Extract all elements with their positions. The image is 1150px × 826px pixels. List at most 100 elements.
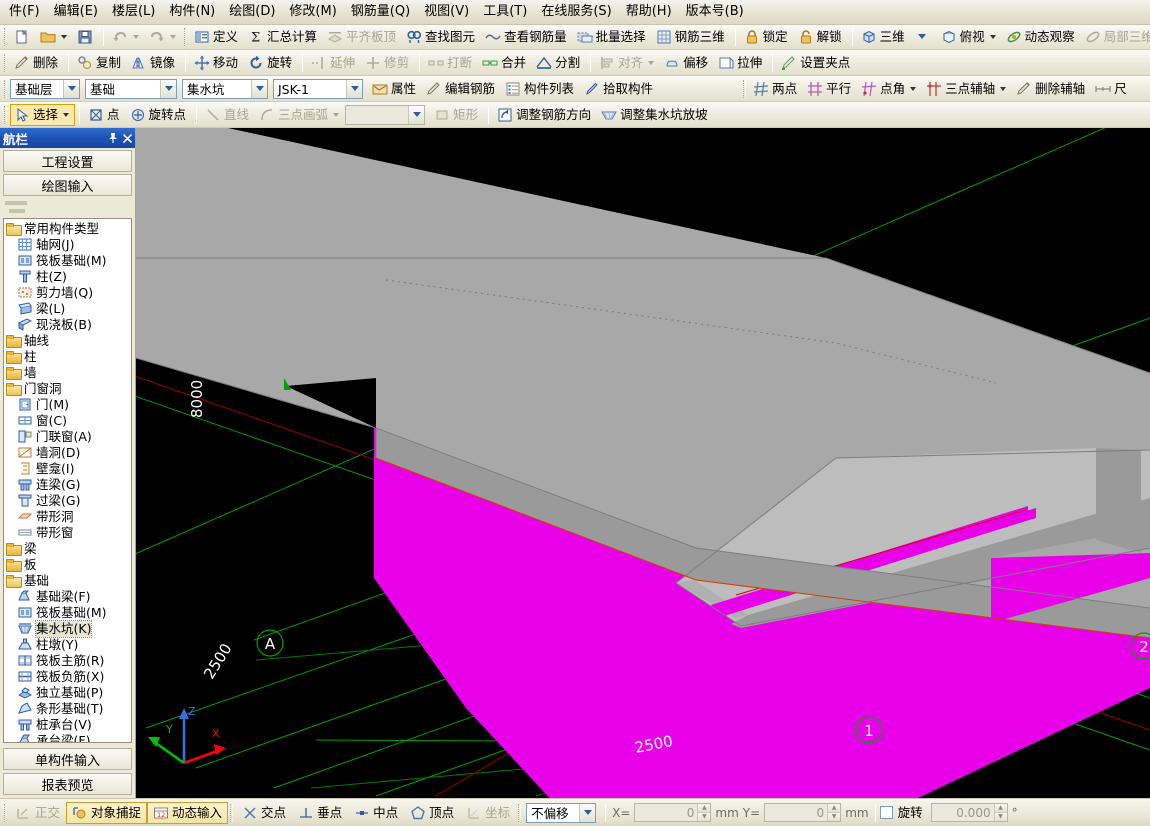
rotate-point-tool-button[interactable]: 旋转点 xyxy=(126,104,193,126)
tree-item-10[interactable]: 门窗洞 xyxy=(4,381,131,397)
statusbar-grip[interactable] xyxy=(230,803,234,822)
tree-item-1[interactable]: 轴网(J) xyxy=(4,237,131,253)
ruler-button[interactable]: 尺 xyxy=(1091,78,1133,100)
save-button[interactable] xyxy=(73,26,99,48)
tree-item-6[interactable]: 现浇板(B) xyxy=(4,317,131,333)
report-preview-button[interactable]: 报表预览 xyxy=(3,773,132,795)
trim-button[interactable]: 修剪 xyxy=(361,52,415,74)
delete-aux-axis-button[interactable]: 删除辅轴 xyxy=(1012,78,1091,100)
offset-select[interactable]: 不偏移 xyxy=(526,802,597,823)
rotate-angle-field[interactable]: 0.000 ▲ ▼ xyxy=(930,803,1008,822)
summary-calc-button[interactable]: Σ 汇总计算 xyxy=(244,26,323,48)
batch-select-button[interactable]: 批量选择 xyxy=(573,26,652,48)
ortho-toggle[interactable]: 正交 xyxy=(10,802,66,824)
rectangle-tool-button[interactable]: 矩形 xyxy=(430,104,484,126)
tree-item-32[interactable]: 承台梁(F) xyxy=(4,733,131,742)
x-offset-spinner[interactable]: ▲ ▼ xyxy=(697,804,711,821)
tree-item-30[interactable]: 条形基础(T) xyxy=(4,701,131,717)
view-rebar-qty-button[interactable]: 查看钢筋量 xyxy=(481,26,573,48)
tree-item-22[interactable]: 基础 xyxy=(4,573,131,589)
close-icon[interactable] xyxy=(120,131,135,146)
pick-component-button[interactable]: 拾取构件 xyxy=(580,78,659,100)
delete-button[interactable]: 删除 xyxy=(10,52,64,74)
arc-mode-select[interactable] xyxy=(345,104,426,125)
tree-item-29[interactable]: 独立基础(P) xyxy=(4,685,131,701)
edit-rebar-button[interactable]: 编辑钢筋 xyxy=(422,78,501,100)
x-offset-field[interactable]: 0 ▲ ▼ xyxy=(634,803,712,822)
tree-item-24[interactable]: 筏板基础(M) xyxy=(4,605,131,621)
tree-item-2[interactable]: 筏板基础(M) xyxy=(4,253,131,269)
menu-item-floor[interactable]: 楼层(L) xyxy=(105,1,162,23)
toolbar-grip[interactable] xyxy=(4,79,7,98)
adjust-sump-slope-button[interactable]: 调整集水坑放坡 xyxy=(597,104,714,126)
drawing-input-button[interactable]: 绘图输入 xyxy=(3,174,132,196)
menu-item-view[interactable]: 视图(V) xyxy=(417,1,476,23)
statusbar-grip[interactable] xyxy=(518,803,522,822)
perpendicular-snap-button[interactable]: 垂点 xyxy=(292,802,348,824)
menu-item-component[interactable]: 构件(N) xyxy=(162,1,222,23)
rotate-checkbox[interactable] xyxy=(879,806,893,819)
open-file-button[interactable] xyxy=(36,26,73,48)
tree-item-31[interactable]: 桩承台(V) xyxy=(4,717,131,733)
align-slab-top-button[interactable]: 平齐板顶 xyxy=(323,26,402,48)
tree-item-19[interactable]: 带形窗 xyxy=(4,525,131,541)
coordinate-button[interactable]: 坐标 xyxy=(460,802,516,824)
floor-select[interactable]: 基础层 xyxy=(10,78,80,99)
view-3d-button[interactable]: 三维 xyxy=(857,26,911,48)
component-name-select[interactable]: JSK-1 xyxy=(273,78,363,99)
chevron-down-icon[interactable] xyxy=(251,79,267,98)
category-select[interactable]: 基础 xyxy=(85,78,177,99)
new-file-button[interactable] xyxy=(10,26,36,48)
component-tree[interactable]: 常用构件类型 轴网(J) 筏板基础(M) 柱(Z) 剪力墙(Q) 梁(L) 现浇板(B) 轴线… xyxy=(3,218,132,743)
chevron-down-icon[interactable] xyxy=(408,105,425,124)
tree-item-23[interactable]: 基础梁(F) xyxy=(4,589,131,605)
tree-item-13[interactable]: 门联窗(A) xyxy=(4,429,131,445)
tree-item-9[interactable]: 墙 xyxy=(4,365,131,381)
tree-item-21[interactable]: 板 xyxy=(4,557,131,573)
menu-item-file[interactable]: 件(F) xyxy=(2,1,47,23)
tree-item-27[interactable]: 筏板主筋(R) xyxy=(4,653,131,669)
toolbar-grip[interactable] xyxy=(184,28,187,46)
offset-button[interactable]: 偏移 xyxy=(660,52,714,74)
view-3d-dropdown[interactable] xyxy=(911,26,937,48)
point-tool-button[interactable]: 点 xyxy=(84,104,126,126)
rebar-3d-button[interactable]: 钢筋三维 xyxy=(652,26,731,48)
model-canvas[interactable]: 8000 2500 2500 A 1 2 Z X Y xyxy=(136,128,1150,798)
align-button[interactable]: 对齐 xyxy=(595,52,660,74)
menu-item-edit[interactable]: 编辑(E) xyxy=(47,1,105,23)
menu-item-online-service[interactable]: 在线服务(S) xyxy=(534,1,618,23)
tree-item-7[interactable]: 轴线 xyxy=(4,333,131,349)
menu-item-tools[interactable]: 工具(T) xyxy=(476,1,534,23)
tree-item-20[interactable]: 梁 xyxy=(4,541,131,557)
tree-item-28[interactable]: 筏板负筋(X) xyxy=(4,669,131,685)
select-tool-button[interactable]: 选择 xyxy=(10,103,76,126)
copy-button[interactable]: 复制 xyxy=(73,52,127,74)
rotate-button[interactable]: 旋转 xyxy=(244,52,298,74)
top-view-button[interactable]: 俯视 xyxy=(937,26,1002,48)
stretch-button[interactable]: 拉伸 xyxy=(714,52,768,74)
three-point-arc-button[interactable]: 三点画弧 xyxy=(255,104,345,126)
tree-item-15[interactable]: 壁龛(I) xyxy=(4,461,131,477)
toolbar-grip[interactable] xyxy=(4,28,7,46)
menu-item-modify[interactable]: 修改(M) xyxy=(282,1,343,23)
toolbar-grip[interactable] xyxy=(743,79,747,98)
object-snap-toggle[interactable]: 对象捕捉 xyxy=(66,801,148,824)
vertex-snap-button[interactable]: 顶点 xyxy=(404,802,460,824)
tree-item-11[interactable]: 门(M) xyxy=(4,397,131,413)
chevron-down-icon[interactable] xyxy=(346,79,362,98)
component-list-button[interactable]: 构件列表 xyxy=(501,78,580,100)
point-angle-button[interactable]: 点角 xyxy=(857,78,922,100)
partial-3d-button[interactable]: 局部三维 xyxy=(1081,26,1150,48)
tree-item-25[interactable]: 集水坑(K) xyxy=(4,620,131,638)
menu-item-draw[interactable]: 绘图(D) xyxy=(222,1,282,23)
statusbar-grip[interactable] xyxy=(4,803,7,822)
tree-item-8[interactable]: 柱 xyxy=(4,349,131,365)
tree-item-17[interactable]: 过梁(G) xyxy=(4,493,131,509)
rotate-angle-spinner[interactable]: ▲ ▼ xyxy=(993,804,1007,821)
parallel-axis-button[interactable]: 平行 xyxy=(803,78,857,100)
y-offset-spinner[interactable]: ▲ ▼ xyxy=(827,804,841,821)
define-button[interactable]: 定义 xyxy=(190,26,244,48)
three-point-aux-axis-button[interactable]: 三点辅轴 xyxy=(922,78,1012,100)
find-element-button[interactable]: 查找图元 xyxy=(402,26,481,48)
set-grip-button[interactable]: 设置夹点 xyxy=(777,52,856,74)
